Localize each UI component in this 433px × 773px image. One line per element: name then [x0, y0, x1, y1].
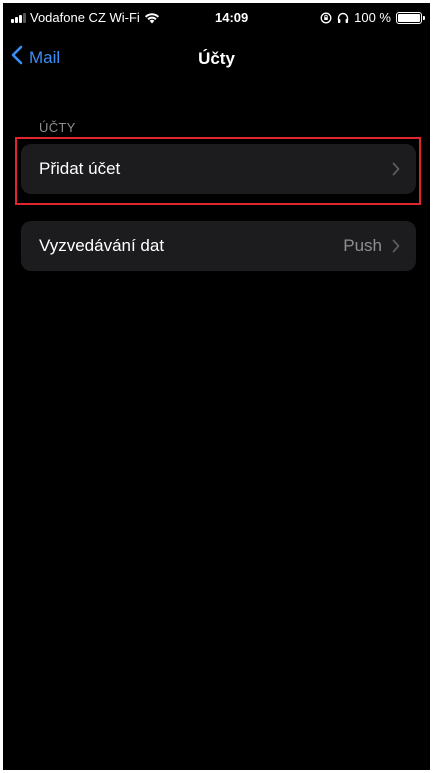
fetch-new-data-label: Vyzvedávání dat: [39, 236, 165, 255]
wifi-icon: [144, 12, 160, 24]
status-time: 14:09: [215, 10, 249, 25]
status-bar: Vodafone CZ Wi-Fi 14:09 100 %: [3, 3, 430, 31]
battery-percent: 100 %: [354, 10, 391, 25]
page-title: Účty: [198, 49, 235, 68]
rotation-lock-icon: [320, 12, 332, 24]
battery-icon: [396, 11, 425, 24]
status-right: 100 %: [320, 10, 425, 25]
add-account-cell[interactable]: Přidat účet: [21, 144, 416, 194]
signal-bars-icon: [11, 12, 26, 23]
screen: Vodafone CZ Wi-Fi 14:09 100 % Mail Účty …: [3, 3, 430, 770]
headphones-icon: [337, 12, 349, 24]
status-left: Vodafone CZ Wi-Fi: [11, 10, 160, 25]
fetch-new-data-value: Push: [343, 236, 382, 255]
add-account-label: Přidat účet: [39, 159, 121, 178]
carrier-label: Vodafone CZ Wi-Fi: [30, 10, 140, 25]
chevron-right-icon: [392, 162, 400, 176]
fetch-new-data-cell[interactable]: Vyzvedávání dat Push: [21, 221, 416, 271]
chevron-right-icon: [392, 239, 400, 253]
navigation-bar: Mail Účty: [3, 39, 430, 79]
section-header-accounts: ÚČTY: [39, 120, 76, 135]
